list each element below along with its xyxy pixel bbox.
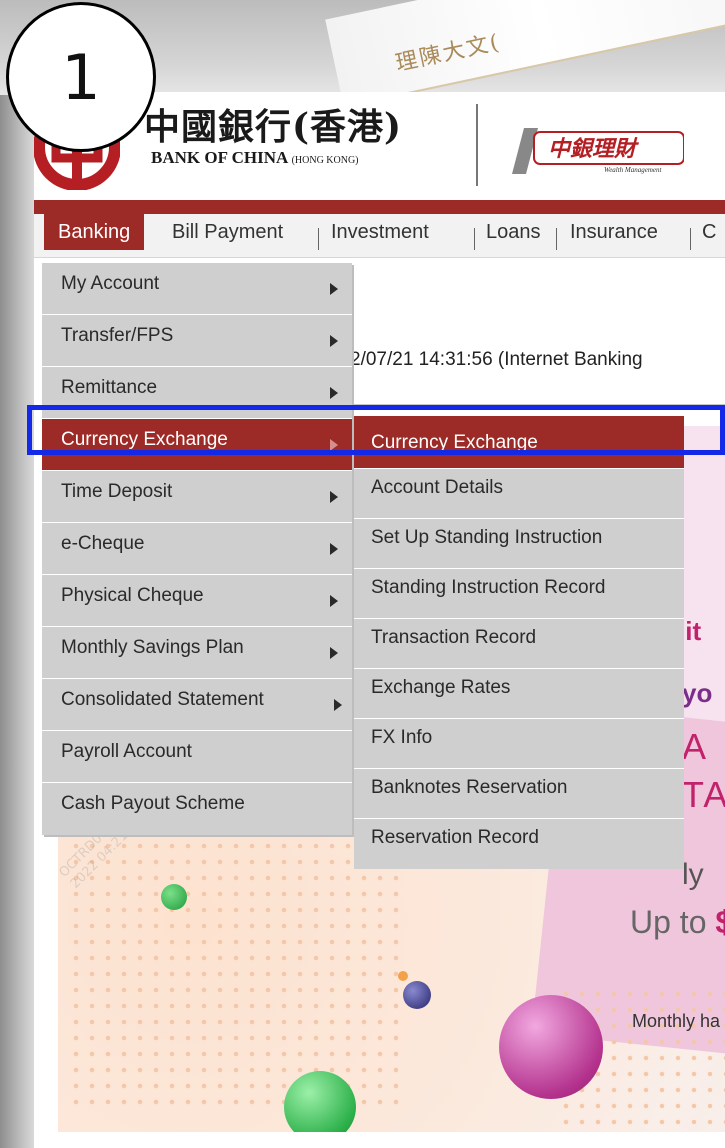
dropdown-item-consolidated-statement[interactable]: Consolidated Statement <box>42 679 352 731</box>
wealth-management-logo: 中銀理財 Wealth Management <box>512 128 684 174</box>
submenu-item-label: Set Up Standing Instruction <box>371 527 603 548</box>
menu-separator <box>690 228 691 250</box>
menu-separator <box>318 228 319 250</box>
submenu-item-standing-instruction-record[interactable]: Standing Instruction Record <box>354 569 684 619</box>
dropdown-item-label: Transfer/FPS <box>61 325 174 346</box>
dropdown-item-time-deposit[interactable]: Time Deposit <box>42 471 352 523</box>
banking-dropdown: My Account Transfer/FPS Remittance Curre… <box>42 263 352 835</box>
submenu-arrow-icon <box>330 335 338 347</box>
ribbon-text: 理陳大文( <box>393 30 503 77</box>
dropdown-item-monthly-savings-plan[interactable]: Monthly Savings Plan <box>42 627 352 679</box>
submenu-arrow-icon <box>330 647 338 659</box>
menu-separator <box>556 228 557 250</box>
dropdown-item-label: e-Cheque <box>61 533 145 554</box>
menu-bill-payment[interactable]: Bill Payment <box>172 217 283 247</box>
decor-ball <box>161 884 187 910</box>
dropdown-item-my-account[interactable]: My Account <box>42 263 352 315</box>
promo-title-line1: A <box>682 726 709 767</box>
dropdown-item-label: Cash Payout Scheme <box>61 793 245 814</box>
header-red-bar <box>34 200 725 214</box>
wealth-logo-english: Wealth Management <box>604 166 663 174</box>
last-login-timestamp: 2/07/21 14:31:56 (Internet Banking <box>350 349 643 370</box>
submenu-arrow-icon <box>330 595 338 607</box>
promo-line: ly <box>682 858 704 891</box>
dropdown-item-payroll-account[interactable]: Payroll Account <box>42 731 352 783</box>
dropdown-item-cash-payout-scheme[interactable]: Cash Payout Scheme <box>42 783 352 835</box>
dropdown-item-label: Time Deposit <box>61 481 173 502</box>
menu-banking[interactable]: Banking <box>44 214 145 250</box>
dropdown-item-e-cheque[interactable]: e-Cheque <box>42 523 352 575</box>
wealth-logo-chinese: 中銀理財 <box>548 137 640 162</box>
promo-subheading: yo <box>682 678 713 708</box>
brand-name-chinese: 中國銀行(香港) <box>144 106 403 148</box>
decor-ball <box>403 981 431 1009</box>
menu-loans[interactable]: Loans <box>486 217 541 247</box>
submenu-arrow-icon <box>330 387 338 399</box>
promo-offer-prefix: Up to <box>630 904 716 940</box>
submenu-arrow-icon <box>334 699 342 711</box>
menu-separator <box>474 228 475 250</box>
promo-offer-amount: $ <box>715 904 725 940</box>
promo-offer: Up to $ <box>630 904 725 941</box>
dropdown-item-label: Physical Cheque <box>61 585 204 606</box>
submenu-item-account-details[interactable]: Account Details <box>354 469 684 519</box>
brand-name-english-main: BANK OF CHINA <box>151 148 288 167</box>
menu-investment[interactable]: Investment <box>331 217 429 247</box>
submenu-arrow-icon <box>330 543 338 555</box>
submenu-arrow-icon <box>330 283 338 295</box>
submenu-item-exchange-rates[interactable]: Exchange Rates <box>354 669 684 719</box>
brand-name-english: BANK OF CHINA (HONG KONG) <box>151 148 359 168</box>
submenu-item-label: Exchange Rates <box>371 677 511 698</box>
submenu-item-label: Banknotes Reservation <box>371 777 568 798</box>
submenu-item-set-up-standing-instruction[interactable]: Set Up Standing Instruction <box>354 519 684 569</box>
dropdown-item-physical-cheque[interactable]: Physical Cheque <box>42 575 352 627</box>
submenu-item-reservation-record[interactable]: Reservation Record <box>354 819 684 869</box>
dropdown-item-label: Payroll Account <box>61 741 192 762</box>
dropdown-item-label: Remittance <box>61 377 158 398</box>
submenu-arrow-icon <box>330 491 338 503</box>
submenu-item-banknotes-reservation[interactable]: Banknotes Reservation <box>354 769 684 819</box>
main-menu-bar: Banking Bill Payment Investment Loans In… <box>34 214 725 258</box>
submenu-item-label: Reservation Record <box>371 827 539 848</box>
header-divider <box>476 104 478 186</box>
submenu-item-label: FX Info <box>371 727 433 748</box>
decor-ball <box>398 971 408 981</box>
submenu-item-label: Account Details <box>371 477 504 498</box>
menu-more[interactable]: C <box>702 217 716 247</box>
dropdown-item-label: My Account <box>61 273 160 294</box>
submenu-item-fx-info[interactable]: FX Info <box>354 719 684 769</box>
menu-insurance[interactable]: Insurance <box>570 217 658 247</box>
dropdown-item-transfer-fps[interactable]: Transfer/FPS <box>42 315 352 367</box>
submenu-item-label: Transaction Record <box>371 627 537 648</box>
highlight-box <box>27 405 725 455</box>
brand-name-english-region: (HONG KONG) <box>291 155 359 166</box>
step-number-badge: 1 <box>6 2 156 152</box>
page-edge-shadow <box>0 0 34 1148</box>
dropdown-item-label: Monthly Savings Plan <box>61 637 244 658</box>
currency-exchange-submenu: Currency Exchange Account Details Set Up… <box>354 416 684 869</box>
decor-ball <box>499 995 603 1099</box>
submenu-item-transaction-record[interactable]: Transaction Record <box>354 619 684 669</box>
promo-footnote: Monthly ha <box>632 1011 721 1031</box>
promo-title-line2: TA <box>682 774 725 815</box>
dropdown-item-label: Consolidated Statement <box>61 689 264 710</box>
submenu-item-label: Standing Instruction Record <box>371 577 606 598</box>
